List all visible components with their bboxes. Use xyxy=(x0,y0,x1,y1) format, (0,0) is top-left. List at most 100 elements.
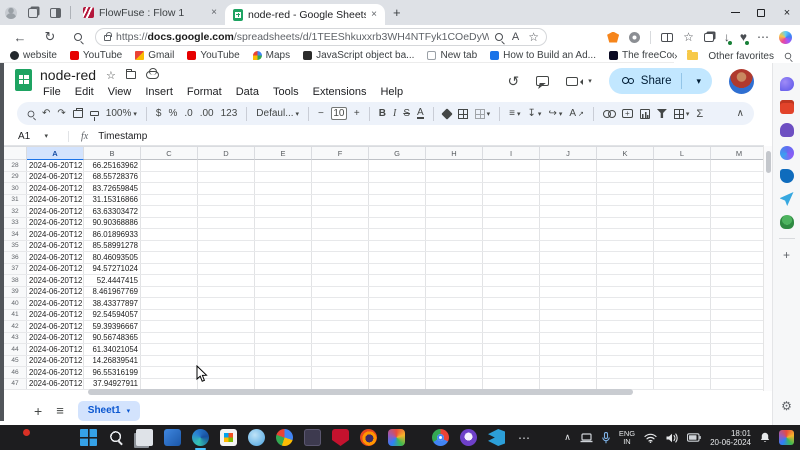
column-header[interactable]: D xyxy=(198,146,255,160)
menu-item[interactable]: Extensions xyxy=(306,84,374,100)
row-header[interactable]: 31 xyxy=(4,195,27,206)
widgets-weather-icon[interactable] xyxy=(10,429,30,445)
workspaces-icon[interactable] xyxy=(22,4,44,22)
formula-input[interactable]: Timestamp xyxy=(98,131,147,142)
cell-timestamp[interactable]: 2024-06-20T12:2 xyxy=(27,344,84,355)
close-window-button[interactable]: × xyxy=(774,0,800,25)
taskbar-clock[interactable]: 18:0120-06-2024 xyxy=(710,429,751,447)
column-header[interactable]: L xyxy=(654,146,711,160)
bookmark-item[interactable]: Maps xyxy=(253,50,290,61)
row-header[interactable]: 44 xyxy=(4,344,27,355)
cell-timestamp[interactable]: 2024-06-20T12:2 xyxy=(27,333,84,344)
tab-close-icon[interactable]: × xyxy=(371,9,377,20)
sidebar-search-icon[interactable] xyxy=(785,53,791,59)
column-header[interactable]: K xyxy=(597,146,654,160)
add-sheet-button[interactable]: + xyxy=(34,403,42,419)
notifications-bell-icon[interactable] xyxy=(760,432,770,443)
insert-chart-button[interactable] xyxy=(640,109,650,119)
cell-timestamp[interactable]: 2024-06-20T12:2 xyxy=(27,218,84,229)
merge-cells-button[interactable]: ▾ xyxy=(475,109,491,119)
cell-timestamp[interactable]: 2024-06-20T12:2 xyxy=(27,298,84,309)
cell-value[interactable]: 63.63303472 xyxy=(84,206,141,217)
cell-value[interactable]: 92.54594057 xyxy=(84,310,141,321)
new-tab-button[interactable]: + xyxy=(393,5,401,20)
bookmark-item[interactable]: JavaScript object ba... xyxy=(303,50,414,61)
bookmarks-overflow-icon[interactable]: › xyxy=(674,51,677,62)
cell-timestamp[interactable]: 2024-06-20T12:2 xyxy=(27,172,84,183)
restore-button[interactable] xyxy=(748,0,774,25)
taskbar-app-icon[interactable] xyxy=(80,429,97,446)
cell-value[interactable]: 66.25163962 xyxy=(84,160,141,171)
taskbar-app-icon[interactable] xyxy=(136,429,153,446)
taskbar-overflow-icon[interactable]: ⋯ xyxy=(518,431,530,445)
filter-views-button[interactable]: ▾ xyxy=(674,109,690,119)
tab-flowfuse[interactable]: FlowFuse : Flow 1 × xyxy=(75,0,225,25)
functions-button[interactable]: Σ xyxy=(696,108,703,120)
empty-cells[interactable] xyxy=(141,172,764,183)
column-header[interactable]: C xyxy=(141,146,198,160)
cell-timestamp[interactable]: 2024-06-20T12:2 xyxy=(27,379,84,390)
drop-sidebar-icon[interactable] xyxy=(780,146,794,160)
outlook-sidebar-icon[interactable] xyxy=(780,169,794,183)
empty-cells[interactable] xyxy=(141,252,764,263)
cell-timestamp[interactable]: 2024-06-20T12:2 xyxy=(27,310,84,321)
share-button[interactable]: Share ▾ xyxy=(609,68,712,94)
messaging-sidebar-icon[interactable] xyxy=(780,192,794,206)
speaker-icon[interactable] xyxy=(666,433,678,443)
taskbar-app-icon[interactable] xyxy=(332,429,349,446)
copilot-icon[interactable] xyxy=(779,31,792,44)
menu-item[interactable]: View xyxy=(101,84,139,100)
document-title[interactable]: node-red xyxy=(40,67,96,83)
empty-cells[interactable] xyxy=(141,287,764,298)
sidebar-settings-icon[interactable]: ⚙ xyxy=(781,399,792,413)
row-header[interactable]: 33 xyxy=(4,218,27,229)
empty-cells[interactable] xyxy=(141,264,764,275)
empty-cells[interactable] xyxy=(141,367,764,378)
column-header[interactable]: H xyxy=(426,146,483,160)
taskbar-app-icon[interactable] xyxy=(360,429,377,446)
column-header[interactable]: E xyxy=(255,146,312,160)
format-currency-button[interactable]: $ xyxy=(156,108,162,119)
empty-cells[interactable] xyxy=(141,229,764,240)
version-history-icon[interactable]: ↺ xyxy=(508,73,520,90)
horizontal-scrollbar[interactable] xyxy=(88,389,633,395)
cell-timestamp[interactable]: 2024-06-20T12:2 xyxy=(27,252,84,263)
cell-value[interactable]: 31.15316866 xyxy=(84,195,141,206)
tab-node-red-sheets[interactable]: node-red - Google Sheets × xyxy=(225,4,385,25)
create-filter-button[interactable] xyxy=(657,109,667,118)
row-header[interactable]: 29 xyxy=(4,172,27,183)
empty-cells[interactable] xyxy=(141,298,764,309)
fill-color-button[interactable] xyxy=(443,110,451,118)
column-header[interactable]: M xyxy=(711,146,768,160)
language-indicator[interactable]: ENGIN xyxy=(619,430,635,446)
column-header[interactable]: B xyxy=(84,146,141,160)
browser-essentials-icon[interactable]: ♥ xyxy=(740,30,747,44)
cell-timestamp[interactable]: 2024-06-20T12:2 xyxy=(27,241,84,252)
cell-value[interactable]: 90.90368886 xyxy=(84,218,141,229)
empty-cells[interactable] xyxy=(141,218,764,229)
increase-decimal-button[interactable]: .00 xyxy=(200,108,214,119)
taskbar-app-icon[interactable] xyxy=(248,429,265,446)
menu-item[interactable]: Help xyxy=(373,84,410,100)
read-aloud-icon[interactable]: A xyxy=(512,31,519,43)
menu-item[interactable]: Format xyxy=(180,84,229,100)
menu-item[interactable]: File xyxy=(36,84,68,100)
row-header[interactable]: 39 xyxy=(4,287,27,298)
cell-value[interactable]: 68.55728376 xyxy=(84,172,141,183)
zoom-select[interactable]: 100%▾ xyxy=(106,108,137,119)
cell-value[interactable]: 96.55316199 xyxy=(84,367,141,378)
menu-item[interactable]: Insert xyxy=(138,84,180,100)
cell-timestamp[interactable]: 2024-06-20T12:2 xyxy=(27,287,84,298)
horizontal-align-button[interactable]: ≡▾ xyxy=(509,108,520,119)
font-size-input[interactable]: 10 xyxy=(331,107,347,120)
empty-cells[interactable] xyxy=(141,344,764,355)
taskbar-app-icon[interactable] xyxy=(304,429,321,446)
text-color-button[interactable]: A xyxy=(417,108,424,119)
battery-icon[interactable] xyxy=(687,433,701,442)
bold-button[interactable]: B xyxy=(379,108,386,119)
cell-timestamp[interactable]: 2024-06-20T12:2 xyxy=(27,367,84,378)
paint-format-icon[interactable] xyxy=(90,111,99,116)
cell-value[interactable]: 90.56748365 xyxy=(84,333,141,344)
italic-button[interactable]: I xyxy=(393,108,396,119)
taskbar-app-icon[interactable] xyxy=(192,429,209,446)
